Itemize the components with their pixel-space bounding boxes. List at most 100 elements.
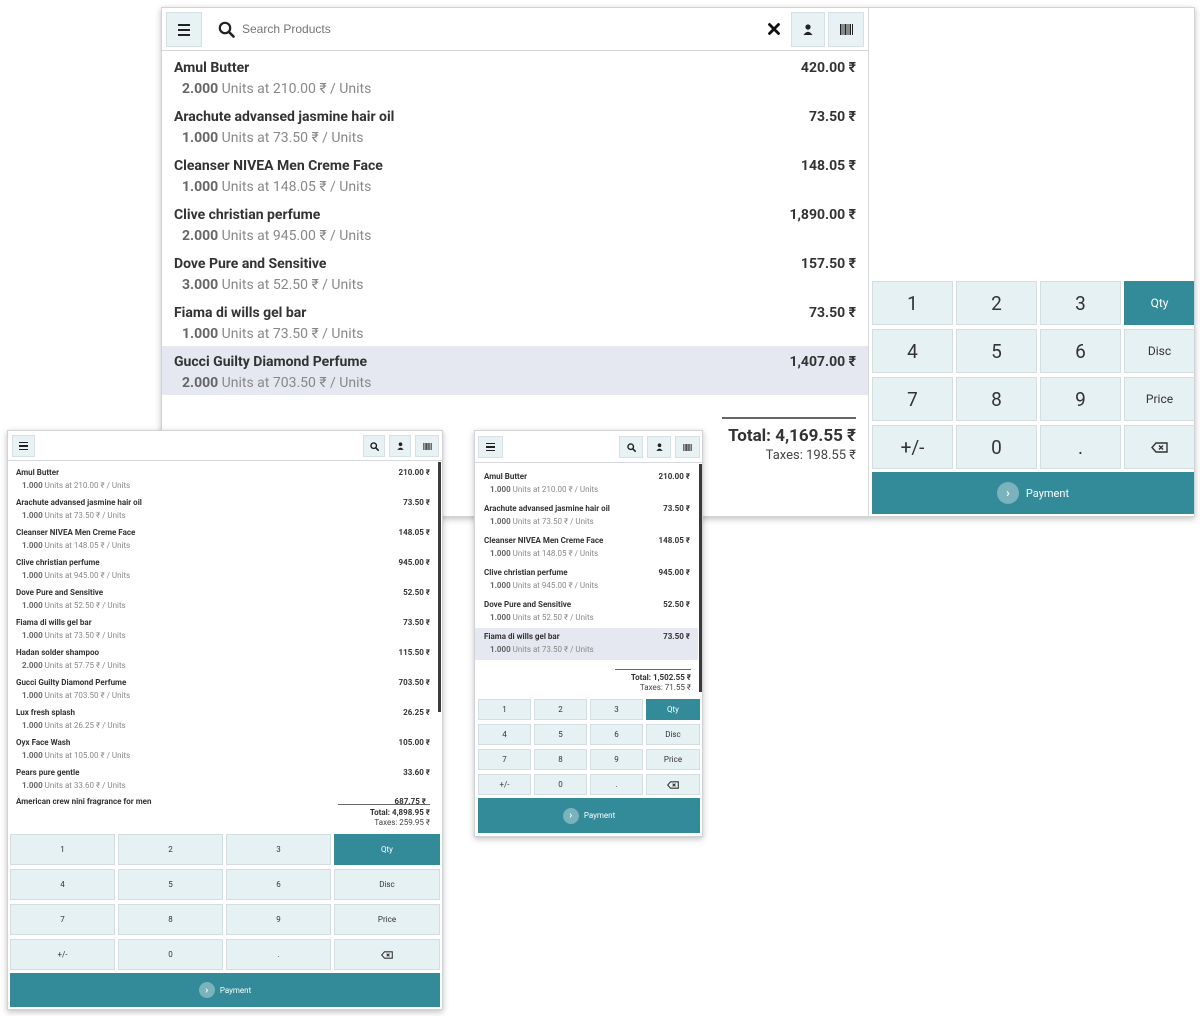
numpad-key-9[interactable]: 9 [590,749,643,770]
numpad-key-6[interactable]: 6 [1040,329,1121,373]
numpad-key-3[interactable]: 3 [226,834,331,865]
line-price: 1,890.00 ₹ [789,207,856,223]
numpad-key-0[interactable]: 0 [534,774,587,795]
order-line[interactable]: Fiama di wills gel bar 73.50 ₹ 1.000 Uni… [162,297,868,346]
payment-button[interactable]: › Payment [10,973,440,1007]
customer-button[interactable] [389,435,411,457]
numpad-key-dot[interactable]: . [590,774,643,795]
numpad-key-9[interactable]: 9 [1040,377,1121,421]
mode-qty-button[interactable]: Qty [1124,281,1194,325]
numpad-key-7[interactable]: 7 [872,377,953,421]
order-line[interactable]: Amul Butter 210.00 ₹ 1.000 Units at 210.00… [475,468,698,500]
order-line[interactable]: Dove Pure and Sensitive 52.50 ₹ 1.000 Unit… [475,596,698,628]
numpad-backspace[interactable] [334,939,440,970]
order-line[interactable]: Amul Butter 210.00 ₹ 1.000 Units at 210.00… [8,464,438,494]
user-icon [396,442,404,450]
barcode-button[interactable] [415,435,439,457]
order-line[interactable]: Fiama di wills gel bar 73.50 ₹ 1.000 Units… [8,614,438,644]
mode-qty-button[interactable]: Qty [646,699,700,720]
search-input[interactable] [242,22,642,36]
numpad-key-dot[interactable]: . [1040,425,1121,469]
numpad-key-4[interactable]: 4 [478,724,531,745]
numpad-key-3[interactable]: 3 [590,699,643,720]
scrollbar[interactable] [438,462,441,712]
order-line[interactable]: Clive christian perfume 945.00 ₹ 1.000 Uni… [475,564,698,596]
numpad-key-sign[interactable]: +/- [478,774,531,795]
numpad-key-5[interactable]: 5 [534,724,587,745]
payment-button[interactable]: › Payment [478,798,700,833]
barcode-button[interactable] [828,12,864,47]
numpad-key-dot[interactable]: . [226,939,331,970]
barcode-button[interactable] [675,436,700,458]
numpad-key-4[interactable]: 4 [10,869,115,900]
numpad-key-7[interactable]: 7 [10,904,115,935]
menu-button[interactable] [166,12,202,47]
order-line-selected[interactable]: Fiama di wills gel bar 73.50 ₹ 1.000 Units… [475,628,698,660]
order-line[interactable]: Cleanser NIVEA Men Creme Face 148.05 ₹ 1.0… [8,524,438,554]
order-line[interactable]: Cleanser NIVEA Men Creme Face 148.05 ₹ 1… [162,150,868,199]
mode-disc-button[interactable]: Disc [1124,329,1194,373]
numpad-key-sign[interactable]: +/- [10,939,115,970]
order-line-selected[interactable]: Gucci Guilty Diamond Perfume 1,407.00 ₹ … [162,346,868,395]
numpad-key-5[interactable]: 5 [118,869,223,900]
order-line[interactable]: Clive christian perfume 945.00 ₹ 1.000 Uni… [8,554,438,584]
customer-button[interactable] [647,436,671,458]
numpad-key-0[interactable]: 0 [956,425,1037,469]
mode-qty-button[interactable]: Qty [334,834,440,865]
numpad-key-5[interactable]: 5 [956,329,1037,373]
order-line[interactable]: Gucci Guilty Diamond Perfume 703.50 ₹ 1.00… [8,674,438,704]
menu-button[interactable] [12,435,35,457]
search-button[interactable] [619,436,643,458]
mode-price-button[interactable]: Price [646,749,700,770]
numpad-key-2[interactable]: 2 [956,281,1037,325]
numpad-key-8[interactable]: 8 [534,749,587,770]
order-line[interactable]: Dove Pure and Sensitive 52.50 ₹ 1.000 Unit… [8,584,438,614]
order-line[interactable]: Cleanser NIVEA Men Creme Face 148.05 ₹ 1.0… [475,532,698,564]
order-line[interactable]: Clive christian perfume 1,890.00 ₹ 2.000… [162,199,868,248]
numpad-key-7[interactable]: 7 [478,749,531,770]
order-lines: Amul Butter 420.00 ₹ 2.000 Units at 210.… [162,52,868,395]
numpad-backspace[interactable] [1124,425,1194,469]
search-button[interactable] [363,435,385,457]
line-price: 73.50 ₹ [808,305,856,321]
numpad-key-2[interactable]: 2 [534,699,587,720]
numpad-key-9[interactable]: 9 [226,904,331,935]
order-line[interactable]: Dove Pure and Sensitive 157.50 ₹ 3.000 U… [162,248,868,297]
user-icon [803,24,813,35]
numpad-key-6[interactable]: 6 [226,869,331,900]
numpad-key-6[interactable]: 6 [590,724,643,745]
numpad-key-sign[interactable]: +/- [872,425,953,469]
scrollbar[interactable] [699,464,702,692]
order-line[interactable]: Arachute advansed jasmine hair oil 73.50 … [8,494,438,524]
product-name: Pears pure gentle [16,768,80,777]
numpad-key-1[interactable]: 1 [10,834,115,865]
clear-search-icon[interactable] [768,23,780,35]
numpad-key-4[interactable]: 4 [872,329,953,373]
numpad-key-8[interactable]: 8 [118,904,223,935]
mode-price-button[interactable]: Price [334,904,440,935]
customer-button[interactable] [791,12,825,47]
mode-disc-button[interactable]: Disc [646,724,700,745]
order-line[interactable]: Lux fresh splash 26.25 ₹ 1.000 Units at 26… [8,704,438,734]
order-line[interactable]: Arachute advansed jasmine hair oil 73.50… [162,101,868,150]
numpad-key-8[interactable]: 8 [956,377,1037,421]
line-info: 1.000 Units at 52.50 ₹ / Units [22,601,126,610]
order-line[interactable]: Hadan solder shampoo 115.50 ₹ 2.000 Units … [8,644,438,674]
order-line[interactable]: Pears pure gentle 33.60 ₹ 1.000 Units at 3… [8,764,438,794]
numpad-backspace[interactable] [646,774,700,795]
search-bar[interactable] [218,18,778,40]
order-line[interactable]: Oyx Face Wash 105.00 ₹ 1.000 Units at 105.… [8,734,438,764]
line-info: 1.000 Units at 33.60 ₹ / Units [22,781,126,790]
numpad-key-1[interactable]: 1 [872,281,953,325]
numpad-key-0[interactable]: 0 [118,939,223,970]
payment-button[interactable]: › Payment [872,472,1194,514]
order-line[interactable]: Arachute advansed jasmine hair oil 73.50 … [475,500,698,532]
mode-disc-button[interactable]: Disc [334,869,440,900]
numpad-key-3[interactable]: 3 [1040,281,1121,325]
numpad-key-2[interactable]: 2 [118,834,223,865]
menu-button[interactable] [478,436,503,458]
order-line[interactable]: Amul Butter 420.00 ₹ 2.000 Units at 210.… [162,52,868,101]
product-name: Cleanser NIVEA Men Creme Face [16,528,136,537]
mode-price-button[interactable]: Price [1124,377,1194,421]
numpad-key-1[interactable]: 1 [478,699,531,720]
